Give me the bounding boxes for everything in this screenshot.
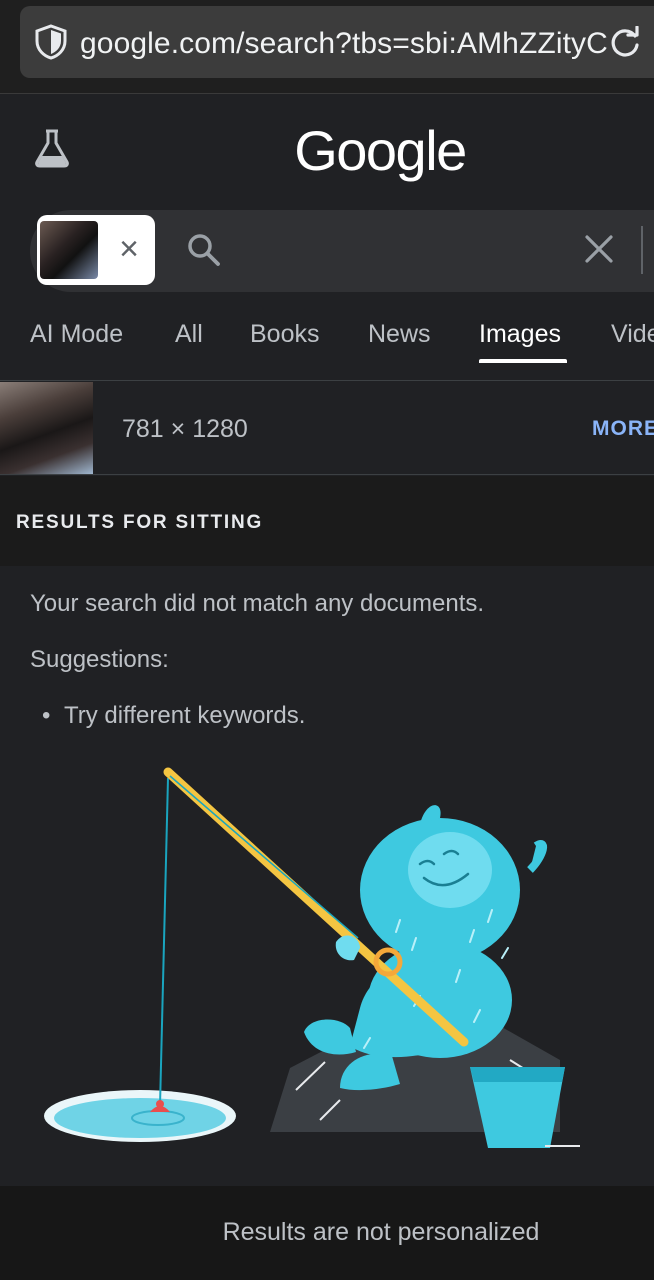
search-image-thumbnail — [40, 221, 98, 279]
tab-ai-mode[interactable]: AI Mode — [30, 320, 123, 349]
clear-icon[interactable] — [582, 232, 616, 266]
address-bar[interactable]: google.com/search?tbs=sbi:AMhZZityC — [20, 6, 654, 78]
footer: Results are not personalized — [0, 1186, 654, 1280]
tab-books[interactable]: Books — [250, 320, 319, 349]
bullet-marker: • — [42, 702, 51, 729]
url-text[interactable]: google.com/search?tbs=sbi:AMhZZityC — [80, 27, 615, 61]
reload-icon[interactable] — [608, 26, 642, 60]
search-tabs: AI Mode All Books News Images Vide — [0, 310, 654, 380]
google-logo[interactable]: Google — [290, 118, 470, 183]
suggestions-label: Suggestions: — [30, 646, 169, 673]
search-divider — [641, 226, 643, 274]
tab-news[interactable]: News — [368, 320, 431, 349]
search-icon[interactable] — [186, 232, 222, 268]
search-input[interactable] — [236, 224, 566, 276]
shield-icon[interactable] — [34, 24, 68, 60]
results-title: RESULTS FOR SITTING — [16, 512, 264, 533]
search-image-chip[interactable]: × — [37, 215, 155, 285]
chip-close-icon[interactable]: × — [109, 229, 149, 269]
source-image-thumbnail[interactable] — [0, 382, 93, 474]
more-sizes-link[interactable]: MORE — [592, 417, 654, 441]
tab-images[interactable]: Images — [479, 320, 561, 349]
personalization-notice: Results are not personalized — [222, 1218, 540, 1246]
image-dimensions: 781 × 1280 — [122, 415, 248, 443]
suggestion-item: Try different keywords. — [64, 702, 306, 729]
tab-all[interactable]: All — [175, 320, 203, 349]
browser-toolbar: google.com/search?tbs=sbi:AMhZZityC — [0, 0, 654, 94]
results-header: RESULTS FOR SITTING — [0, 476, 654, 566]
flask-icon[interactable] — [32, 128, 72, 168]
active-tab-indicator — [479, 359, 567, 363]
ice-fishing-monster-illustration — [44, 767, 580, 1148]
source-image-row: 781 × 1280 MORE — [0, 381, 654, 475]
no-results-message: Your search did not match any documents. — [30, 590, 485, 617]
tab-videos[interactable]: Vide — [611, 320, 654, 349]
page: google.com/search?tbs=sbi:AMhZZityC Goog… — [0, 0, 654, 1280]
